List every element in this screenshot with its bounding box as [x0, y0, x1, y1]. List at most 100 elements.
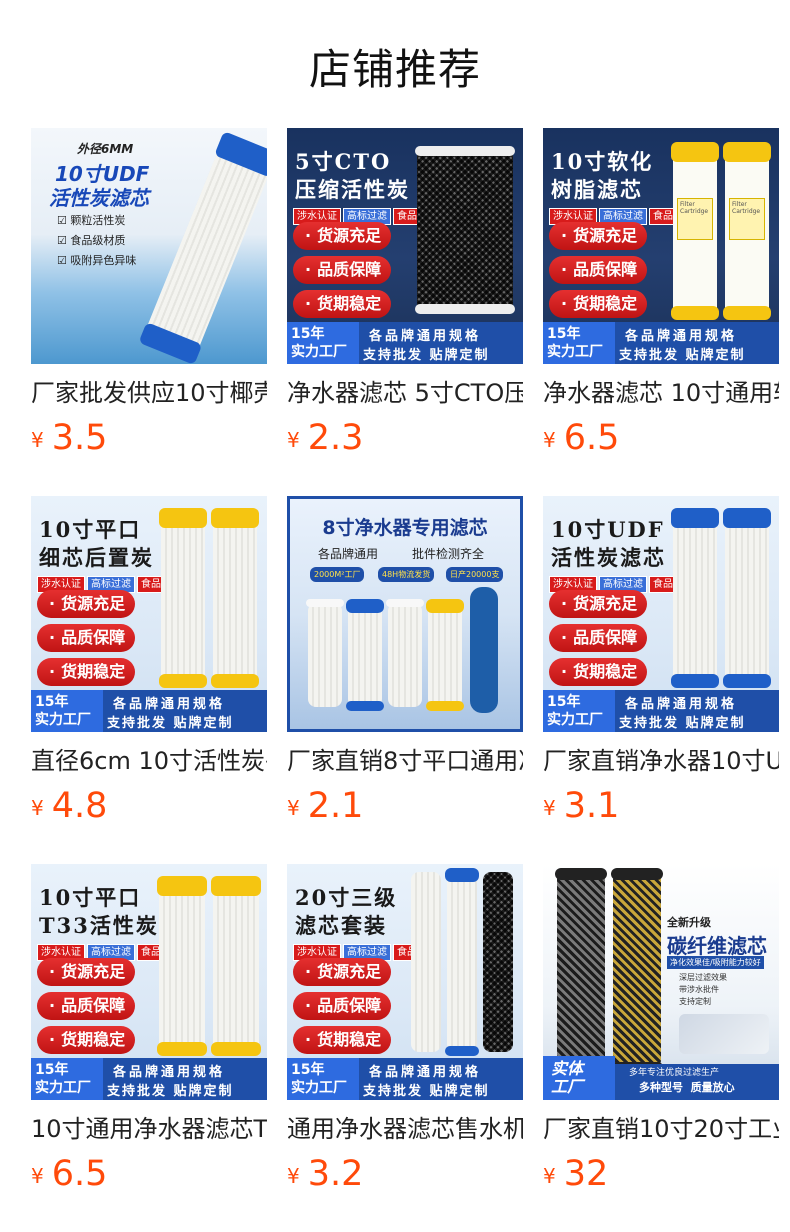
- promo-pill: 品质保障: [37, 624, 135, 652]
- check-item: ☑ 颗粒活性炭: [57, 214, 126, 227]
- price-value: 6.5: [51, 1154, 108, 1194]
- bullet: 支持定制: [679, 997, 711, 1006]
- check-item: ☑ 食品级材质: [57, 234, 126, 247]
- image-headline: 活性炭滤芯: [49, 186, 149, 210]
- product-name[interactable]: 厂家批发供应10寸椰壳UDF活性炭滤芯: [31, 377, 267, 409]
- promo-pill: 品质保障: [549, 624, 647, 652]
- promo-pill: 货源充足: [293, 958, 391, 986]
- product-card[interactable]: 外径6MM 10寸UDF 活性炭滤芯 ☑ 颗粒活性炭 ☑ 食品级材质 ☑ 吸附异…: [31, 128, 267, 457]
- product-price: ¥3.5: [31, 419, 107, 463]
- product-card[interactable]: 20寸三级滤芯套装 涉水认证高标过滤食品级别 货源充足 品质保障 货期稳定 15…: [287, 864, 523, 1193]
- price-value: 32: [563, 1154, 609, 1194]
- product-card[interactable]: 8寸净水器专用滤芯 各品牌通用 批件检测齐全 2000M²工厂 48H物流发货 …: [287, 496, 523, 825]
- price-value: 3.5: [51, 418, 108, 458]
- image-subline: 各品牌通用: [318, 547, 379, 561]
- price-value: 3.2: [307, 1154, 364, 1194]
- page-title: 店铺推荐: [308, 45, 481, 94]
- product-image[interactable]: 外径6MM 10寸UDF 活性炭滤芯 ☑ 颗粒活性炭 ☑ 食品级材质 ☑ 吸附异…: [31, 128, 267, 364]
- product-card[interactable]: 10寸UDF活性炭滤芯 涉水认证高标过滤食品级别 货源充足 品质保障 货期稳定 …: [543, 496, 779, 825]
- product-price: ¥4.8: [31, 787, 107, 831]
- footer-text: 多年专注优良过滤生产: [629, 1068, 720, 1078]
- product-price: ¥6.5: [31, 1155, 107, 1199]
- product-name[interactable]: 厂家直销8寸平口通用净水器滤芯: [287, 745, 523, 777]
- filter-cartridge: Filter Cartridge: [723, 142, 771, 320]
- promo-banner: 15年 实力工厂 各品牌通用规格 支持批发 贴牌定制: [287, 322, 523, 364]
- currency-symbol: ¥: [31, 428, 44, 452]
- product-image[interactable]: 5寸CTO压缩活性炭 涉水认证高标过滤食品级别 货源充足 品质保障 货期稳定 1…: [287, 128, 523, 364]
- product-image[interactable]: 20寸三级滤芯套装 涉水认证高标过滤食品级别 货源充足 品质保障 货期稳定 15…: [287, 864, 523, 1100]
- product-image[interactable]: 10寸平口T33活性炭 涉水认证高标过滤食品级别 货源充足 品质保障 货期稳定 …: [31, 864, 267, 1100]
- image-headline: 5寸CTO 压缩活性炭: [295, 149, 410, 202]
- currency-symbol: ¥: [31, 796, 44, 820]
- promo-pill: 货源充足: [293, 222, 391, 250]
- product-name[interactable]: 通用净水器滤芯售水机20寸三级: [287, 1113, 523, 1145]
- filter-cartridge: [411, 872, 441, 1052]
- product-card[interactable]: 10寸平口T33活性炭 涉水认证高标过滤食品级别 货源充足 品质保障 货期稳定 …: [31, 864, 267, 1193]
- currency-symbol: ¥: [543, 796, 556, 820]
- product-price: ¥6.5: [543, 419, 619, 463]
- corner-badge: 实体 工厂: [543, 1056, 615, 1100]
- promo-banner: 15年 实力工厂 各品牌通用规格 支持批发 贴牌定制: [543, 690, 779, 732]
- product-image[interactable]: 10寸平口细芯后置炭 涉水认证高标过滤食品级别 货源充足 品质保障 货期稳定 1…: [31, 496, 267, 732]
- image-headline: 10寸平口 细芯后置炭: [39, 517, 154, 570]
- image-headline: 10寸软化 树脂滤芯: [551, 149, 654, 202]
- product-image[interactable]: 10寸UDF活性炭滤芯 涉水认证高标过滤食品级别 货源充足 品质保障 货期稳定 …: [543, 496, 779, 732]
- image-headline: 10寸UDF 活性炭滤芯: [551, 517, 666, 570]
- filter-cartridge: [159, 508, 207, 688]
- filter-cartridge: [426, 599, 464, 711]
- filter-cartridge: [306, 599, 344, 707]
- image-headline: 8寸净水器专用滤芯: [322, 517, 488, 539]
- filter-cartridge: [211, 508, 259, 688]
- image-small-text: 全新升级: [667, 916, 711, 929]
- badge: 48H物流发货: [378, 567, 435, 582]
- filter-cartridge: [157, 876, 207, 1056]
- price-value: 3.1: [563, 786, 620, 826]
- product-image[interactable]: 10寸软化树脂滤芯 涉水认证高标过滤食品级别 货源充足 品质保障 货期稳定 Fi…: [543, 128, 779, 364]
- filter-cartridge: [386, 599, 424, 707]
- closeup-photo: [679, 1014, 769, 1054]
- promo-banner: 15年 实力工厂 各品牌通用规格 支持批发 贴牌定制: [31, 690, 267, 732]
- product-name[interactable]: 厂家直销净水器10寸UDF活性炭滤芯: [543, 745, 779, 777]
- image-small-text: 外径6MM: [77, 142, 134, 156]
- product-card[interactable]: 10寸软化树脂滤芯 涉水认证高标过滤食品级别 货源充足 品质保障 货期稳定 Fi…: [543, 128, 779, 457]
- product-name[interactable]: 10寸通用净水器滤芯T33活性炭: [31, 1113, 267, 1145]
- product-price: ¥3.2: [287, 1155, 363, 1199]
- bullet: 深层过滤效果: [679, 973, 727, 982]
- product-card[interactable]: 全新升级 碳纤维滤芯 净化效果佳/吸附能力较好 深层过滤效果 带涉水批件 支持定…: [543, 864, 779, 1193]
- product-image[interactable]: 全新升级 碳纤维滤芯 净化效果佳/吸附能力较好 深层过滤效果 带涉水批件 支持定…: [543, 864, 779, 1100]
- product-name[interactable]: 净水器滤芯 5寸CTO压缩活性炭: [287, 377, 523, 409]
- product-price: ¥2.1: [287, 787, 363, 831]
- footer-text: 多种型号 质量放心: [639, 1081, 735, 1094]
- product-name[interactable]: 净水器滤芯 10寸通用软化树脂滤芯: [543, 377, 779, 409]
- product-card[interactable]: 5寸CTO压缩活性炭 涉水认证高标过滤食品级别 货源充足 品质保障 货期稳定 1…: [287, 128, 523, 457]
- product-card[interactable]: 10寸平口细芯后置炭 涉水认证高标过滤食品级别 货源充足 品质保障 货期稳定 1…: [31, 496, 267, 825]
- promo-banner: 15年 实力工厂 各品牌通用规格 支持批发 贴牌定制: [31, 1058, 267, 1100]
- product-image[interactable]: 8寸净水器专用滤芯 各品牌通用 批件检测齐全 2000M²工厂 48H物流发货 …: [287, 496, 523, 732]
- promo-pill: 货期稳定: [37, 658, 135, 686]
- product-name[interactable]: 厂家直销10寸20寸工业碳纤维滤芯: [543, 1113, 779, 1145]
- promo-pill: 货源充足: [37, 958, 135, 986]
- currency-symbol: ¥: [287, 428, 300, 452]
- check-item: ☑ 吸附异色异味: [57, 254, 137, 267]
- promo-pill: 货期稳定: [293, 1026, 391, 1054]
- filter-cartridge: [483, 872, 513, 1052]
- ro-membrane: [470, 587, 498, 713]
- filter-cartridge: [138, 131, 267, 364]
- image-headline: 碳纤维滤芯: [667, 934, 767, 958]
- badge: 日产20000支: [446, 567, 504, 582]
- product-price: ¥2.3: [287, 419, 363, 463]
- currency-symbol: ¥: [287, 1164, 300, 1188]
- promo-pill: 品质保障: [549, 256, 647, 284]
- promo-pill: 货期稳定: [37, 1026, 135, 1054]
- promo-pill: 品质保障: [293, 992, 391, 1020]
- promo-pill: 货源充足: [549, 222, 647, 250]
- filter-cartridge: [445, 868, 479, 1056]
- image-subline: 净化效果佳/吸附能力较好: [667, 956, 764, 969]
- filter-cartridge: [211, 876, 261, 1056]
- image-headline: 20寸三级 滤芯套装: [295, 885, 398, 938]
- promo-banner: 15年 实力工厂 各品牌通用规格 支持批发 贴牌定制: [543, 322, 779, 364]
- promo-banner: 15年 实力工厂 各品牌通用规格 支持批发 贴牌定制: [287, 1058, 523, 1100]
- product-name[interactable]: 直径6cm 10寸活性炭平口细芯后置炭: [31, 745, 267, 777]
- filter-cartridge: [555, 868, 607, 1072]
- currency-symbol: ¥: [543, 428, 556, 452]
